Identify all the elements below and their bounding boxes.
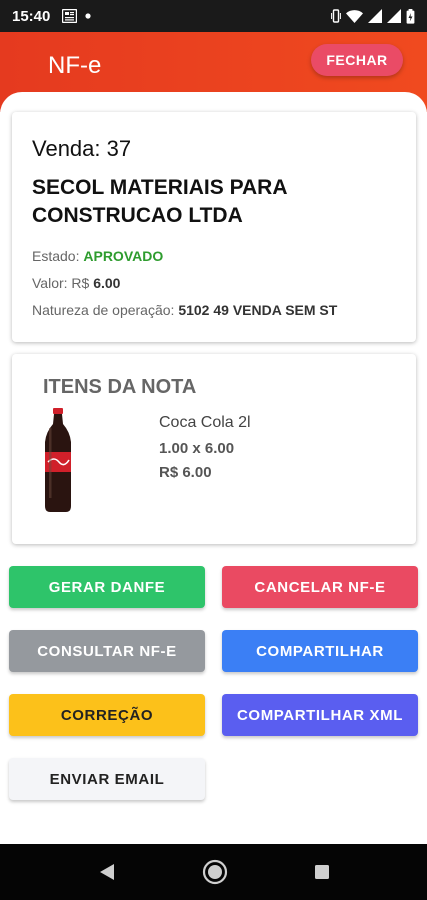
state-line: Estado: APROVADO (32, 248, 163, 264)
wifi-icon (346, 9, 363, 23)
coca-cola-bottle-image (45, 408, 71, 512)
compartilhar-xml-button[interactable]: COMPARTILHAR XML (222, 694, 418, 736)
value-line: Valor: R$ 6.00 (32, 275, 120, 291)
nature-value: 5102 49 VENDA SEM ST (178, 302, 338, 318)
sale-card: Venda: 37 SECOL MATERIAIS PARA CONSTRUCA… (12, 112, 416, 342)
items-card: ITENS DA NOTA Coca Cola 2l 1.00 x 6.00 R… (12, 354, 416, 544)
value-amount: 6.00 (93, 275, 121, 291)
nature-label: Natureza de operação: (32, 302, 175, 318)
status-time: 15:40 (12, 7, 51, 25)
battery-icon (406, 8, 415, 24)
product-quantity: 1.00 x 6.00 (159, 440, 235, 457)
dot-icon (85, 13, 91, 19)
consultar-nfe-button[interactable]: CONSULTAR NF-E (9, 630, 205, 672)
correcao-button[interactable]: CORREÇÃO (9, 694, 205, 736)
status-icons (331, 8, 415, 24)
enviar-email-button[interactable]: ENVIAR EMAIL (9, 758, 205, 800)
company-name: SECOL MATERIAIS PARA CONSTRUCAO LTDA (32, 176, 287, 227)
signal-icon (387, 9, 401, 23)
cancelar-nfe-button[interactable]: CANCELAR NF-E (222, 566, 418, 608)
recents-icon[interactable] (314, 864, 330, 880)
gerar-danfe-button[interactable]: GERAR DANFE (9, 566, 205, 608)
back-icon[interactable] (98, 863, 116, 881)
product-name: Coca Cola 2l (159, 414, 251, 431)
close-button[interactable]: FECHAR (311, 44, 403, 76)
app-title: NF-e (48, 52, 102, 79)
notification-area (62, 9, 91, 23)
navigation-bar (0, 844, 427, 900)
nature-line: Natureza de operação: 5102 49 VENDA SEM … (32, 302, 337, 318)
sale-number: Venda: 37 (32, 136, 132, 161)
signal-icon (368, 9, 382, 23)
vibrate-icon (331, 9, 341, 23)
notification-news-icon (62, 9, 78, 23)
compartilhar-button[interactable]: COMPARTILHAR (222, 630, 418, 672)
state-label: Estado: (32, 248, 80, 264)
product-total: R$ 6.00 (159, 464, 212, 481)
value-label: Valor: R$ (32, 275, 90, 291)
content-area: Venda: 37 SECOL MATERIAIS PARA CONSTRUCA… (0, 92, 427, 844)
items-title: ITENS DA NOTA (43, 376, 197, 398)
state-value: APROVADO (83, 248, 164, 264)
status-bar: 15:40 (0, 0, 427, 32)
home-icon[interactable] (202, 859, 228, 885)
